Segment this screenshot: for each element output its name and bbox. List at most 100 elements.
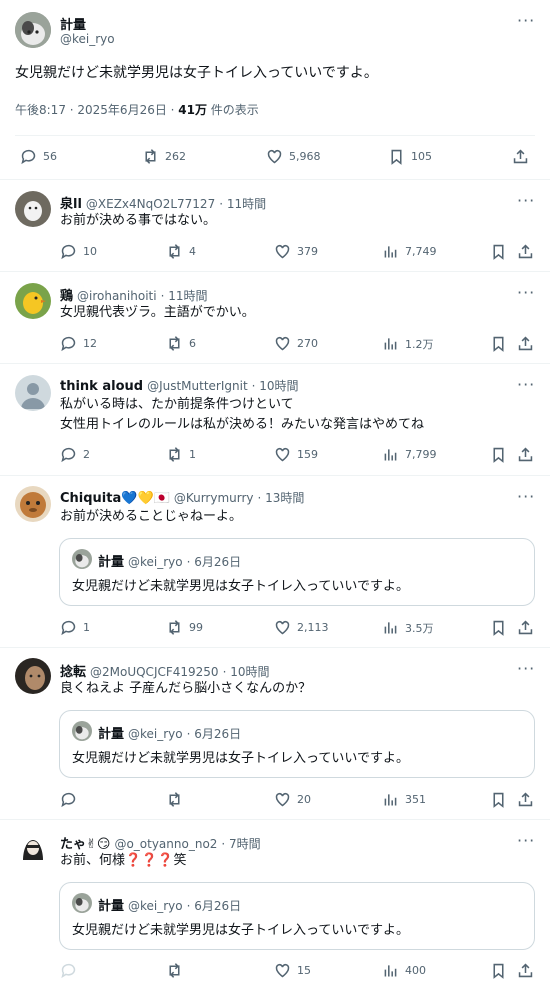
- reply-author-name[interactable]: 捻転: [60, 665, 86, 680]
- reply-button[interactable]: 2: [60, 446, 90, 463]
- bookmark-button[interactable]: [490, 446, 507, 463]
- author-avatar[interactable]: [15, 12, 51, 48]
- reply-header: Chiquita💙💛🇯🇵 @Kurrymurry · 13時間: [60, 489, 304, 506]
- author-handle[interactable]: @kei_ryo: [60, 32, 115, 46]
- tweet-time[interactable]: 午後8:17 · 2025年6月26日 ·: [15, 103, 178, 117]
- more-options-icon[interactable]: ···: [517, 833, 535, 849]
- bookmark-icon: [493, 620, 504, 636]
- reply-icon: [61, 244, 76, 260]
- retweet-button[interactable]: [166, 791, 189, 808]
- like-button[interactable]: 270: [274, 335, 318, 352]
- bookmark-button[interactable]: [490, 619, 507, 636]
- reply-author-name[interactable]: たゃ✌😏: [60, 837, 110, 852]
- reply-time[interactable]: · 10時間: [223, 665, 270, 679]
- reply-text: お前、何様❓❓❓笑: [60, 853, 187, 868]
- retweet-icon: [169, 244, 180, 259]
- reply-author-handle[interactable]: @2MoUQCJCF419250: [90, 665, 219, 679]
- retweet-button[interactable]: 99: [166, 619, 203, 636]
- views-count: 7,799: [405, 448, 437, 461]
- chick-avatar-image: [15, 283, 51, 319]
- reply-avatar[interactable]: [15, 375, 51, 411]
- retweet-button[interactable]: [166, 962, 189, 979]
- reply-button[interactable]: [60, 962, 83, 979]
- reply-header: 鶏 @irohanihoiti · 11時間: [60, 285, 207, 304]
- like-button[interactable]: 15: [274, 962, 311, 979]
- author-name[interactable]: 計量: [60, 14, 86, 33]
- reply-author-handle[interactable]: @o_otyanno_no2: [114, 837, 217, 851]
- reply-time[interactable]: · 7時間: [221, 837, 260, 851]
- quoted-author-avatar: [72, 893, 92, 913]
- views-count: 400: [405, 964, 426, 977]
- reply-time[interactable]: · 10時間: [252, 379, 299, 393]
- reply-time[interactable]: · 13時間: [257, 491, 304, 505]
- share-button[interactable]: [512, 148, 529, 165]
- more-options-icon[interactable]: ···: [517, 661, 535, 677]
- reply-button[interactable]: [60, 791, 83, 808]
- reply-avatar[interactable]: [15, 486, 51, 522]
- like-button[interactable]: 20: [274, 791, 311, 808]
- like-count: 159: [297, 448, 318, 461]
- views-button[interactable]: 400: [382, 962, 426, 979]
- share-button[interactable]: [517, 335, 534, 352]
- reply-author-handle[interactable]: @JustMutterIgnit: [147, 379, 248, 393]
- like-button[interactable]: 2,113: [274, 619, 329, 636]
- share-button[interactable]: [517, 243, 534, 260]
- share-icon: [518, 963, 533, 978]
- bookmark-icon: [493, 792, 504, 808]
- reply-author-name[interactable]: Chiquita💙💛🇯🇵: [60, 491, 170, 506]
- reply-icon: [61, 447, 76, 463]
- views-button[interactable]: 3.5万: [382, 619, 434, 636]
- share-button[interactable]: [517, 791, 534, 808]
- retweet-button[interactable]: 1: [166, 446, 196, 463]
- quoted-author-name: 計量: [98, 555, 125, 570]
- reply-author-handle[interactable]: @XEZx4NqO2L77127: [86, 197, 215, 211]
- quoted-tweet[interactable]: 計量 @kei_ryo · 6月26日 女児親だけど未就学男児は女子トイレ入って…: [59, 710, 535, 778]
- retweet-icon: [169, 336, 180, 351]
- reply-button[interactable]: 56: [20, 148, 57, 165]
- reply-author-handle[interactable]: @Kurrymurry: [174, 491, 254, 505]
- share-button[interactable]: [517, 619, 534, 636]
- reply-avatar[interactable]: [15, 830, 51, 866]
- reply-avatar[interactable]: [15, 191, 51, 227]
- share-button[interactable]: [517, 446, 534, 463]
- reply-count: 56: [43, 150, 57, 163]
- bookmark-button[interactable]: [490, 962, 507, 979]
- reply-author-name[interactable]: 鶏: [60, 289, 73, 304]
- bookmark-icon: [493, 244, 504, 260]
- views-button[interactable]: 7,799: [382, 446, 437, 463]
- reply-button[interactable]: 10: [60, 243, 97, 260]
- like-button[interactable]: 379: [274, 243, 318, 260]
- more-options-icon[interactable]: ···: [517, 377, 535, 393]
- views-button[interactable]: 1.2万: [382, 335, 434, 352]
- reply-text: 良くねえよ 子産んだら脳小さくなんのか？: [60, 681, 312, 696]
- views-button[interactable]: 351: [382, 791, 426, 808]
- quoted-tweet[interactable]: 計量 @kei_ryo · 6月26日 女児親だけど未就学男児は女子トイレ入って…: [59, 538, 535, 606]
- reply-time[interactable]: · 11時間: [219, 197, 266, 211]
- retweet-button[interactable]: 262: [142, 148, 186, 165]
- retweet-button[interactable]: 4: [166, 243, 196, 260]
- like-button[interactable]: 5,968: [266, 148, 321, 165]
- reply-author-handle[interactable]: @irohanihoiti: [77, 289, 157, 303]
- retweet-button[interactable]: 6: [166, 335, 196, 352]
- like-count: 15: [297, 964, 311, 977]
- reply-avatar[interactable]: [15, 283, 51, 319]
- views-count: 7,749: [405, 245, 437, 258]
- views-button[interactable]: 7,749: [382, 243, 437, 260]
- reply-button[interactable]: 1: [60, 619, 90, 636]
- more-options-icon[interactable]: ···: [517, 13, 535, 29]
- bookmark-button[interactable]: [490, 791, 507, 808]
- quoted-tweet[interactable]: 計量 @kei_ryo · 6月26日 女児親だけど未就学男児は女子トイレ入って…: [59, 882, 535, 950]
- bookmark-button[interactable]: 105: [388, 148, 432, 165]
- reply-avatar[interactable]: [15, 658, 51, 694]
- more-options-icon[interactable]: ···: [517, 285, 535, 301]
- like-button[interactable]: 159: [274, 446, 318, 463]
- reply-time[interactable]: · 11時間: [161, 289, 208, 303]
- more-options-icon[interactable]: ···: [517, 193, 535, 209]
- reply-author-name[interactable]: think aloud: [60, 379, 143, 394]
- bookmark-button[interactable]: [490, 243, 507, 260]
- reply-button[interactable]: 12: [60, 335, 97, 352]
- share-button[interactable]: [517, 962, 534, 979]
- bookmark-button[interactable]: [490, 335, 507, 352]
- reply-author-name[interactable]: 泉ll: [60, 197, 82, 212]
- more-options-icon[interactable]: ···: [517, 489, 535, 505]
